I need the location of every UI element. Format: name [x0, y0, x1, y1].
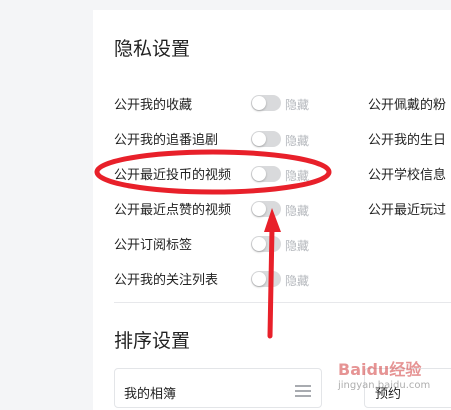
watermark-text: Baidu经验 — [338, 360, 422, 379]
privacy-item-label: 公开我的生日 — [368, 133, 447, 148]
toggle-status-text: 隐藏 — [285, 134, 310, 148]
privacy-item-label: 公开我的关注列表 — [114, 273, 219, 288]
sort-item-label: 我的相簿 — [124, 387, 177, 402]
privacy-item-label: 公开最近投币的视频 — [114, 168, 232, 183]
drag-handle-icon[interactable] — [295, 385, 311, 397]
toggle-status-text: 隐藏 — [285, 204, 310, 218]
sort-settings-title: 排序设置 — [114, 330, 191, 352]
privacy-item-label: 公开订阅标签 — [114, 238, 193, 253]
toggle-status-text: 隐藏 — [285, 169, 310, 183]
baidu-watermark: Baidu经验 jingyan.baidu.com — [330, 350, 448, 404]
toggle-knob — [252, 132, 266, 146]
toggle-status-text: 隐藏 — [285, 274, 310, 288]
toggle-knob — [252, 272, 266, 286]
toggle-knob — [252, 202, 266, 216]
privacy-item-label: 公开佩戴的粉 — [368, 98, 447, 113]
privacy-settings-title: 隐私设置 — [114, 38, 191, 60]
toggle-knob — [252, 237, 266, 251]
section-divider — [114, 302, 451, 303]
privacy-toggle-favorites[interactable] — [251, 95, 281, 111]
toggle-knob — [252, 96, 266, 110]
privacy-toggle-bangumi[interactable] — [251, 131, 281, 147]
privacy-item-label: 公开最近点赞的视频 — [114, 203, 232, 218]
privacy-item-label: 公开学校信息 — [368, 168, 447, 183]
watermark-subtext: jingyan.baidu.com — [338, 380, 431, 391]
privacy-item-label: 公开我的追番追剧 — [114, 133, 219, 148]
privacy-toggle-subscribed-tags[interactable] — [251, 236, 281, 252]
privacy-toggle-coined-videos[interactable] — [251, 166, 281, 182]
toggle-status-text: 隐藏 — [285, 98, 310, 112]
sort-item-albums[interactable]: 我的相簿 — [114, 368, 322, 408]
toggle-status-text: 隐藏 — [285, 239, 310, 253]
privacy-toggle-following-list[interactable] — [251, 271, 281, 287]
privacy-item-label: 公开最近玩过 — [368, 203, 447, 218]
privacy-item-label: 公开我的收藏 — [114, 98, 193, 113]
privacy-toggle-liked-videos[interactable] — [251, 201, 281, 217]
toggle-knob — [252, 167, 266, 181]
